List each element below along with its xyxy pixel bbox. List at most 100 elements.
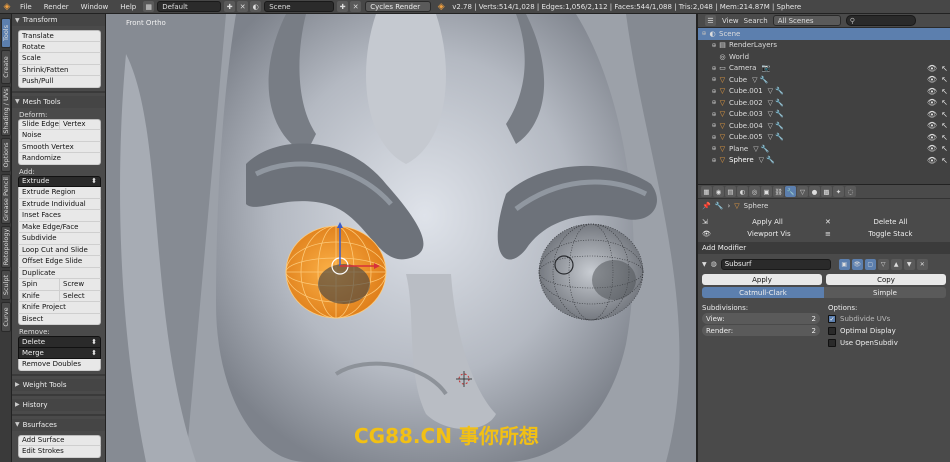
- expand-icon[interactable]: ⊕: [700, 30, 708, 37]
- loop-cut-button[interactable]: Loop Cut and Slide: [18, 244, 101, 256]
- select-cursor-icon[interactable]: ↖: [941, 144, 948, 153]
- push-pull-button[interactable]: Push/Pull: [18, 76, 101, 88]
- outliner-row[interactable]: ⊕ ▽ Cube ▽ 🔧 👁 ↖: [698, 74, 950, 86]
- translate-button[interactable]: Translate: [18, 30, 101, 42]
- knife-button[interactable]: Knife: [19, 291, 59, 302]
- collapse-icon[interactable]: ▼: [702, 261, 707, 268]
- particles-tab-icon[interactable]: ✦: [833, 186, 844, 197]
- expand-icon[interactable]: ⊕: [710, 76, 718, 83]
- outliner-row[interactable]: ⊕ ▭ Camera 📷 👁 ↖: [698, 63, 950, 75]
- eye-icon[interactable]: 👁: [927, 144, 937, 153]
- duplicate-button[interactable]: Duplicate: [18, 267, 101, 279]
- expand-icon[interactable]: ⊕: [710, 111, 718, 118]
- close-icon[interactable]: ✕: [916, 258, 928, 270]
- panel-bsurfaces-header[interactable]: ▼ Bsurfaces: [12, 418, 105, 431]
- tab-create[interactable]: Create: [1, 50, 11, 84]
- tab-curve[interactable]: Curve: [1, 302, 11, 332]
- screen-layout-field[interactable]: Default: [157, 1, 222, 12]
- tab-retopology[interactable]: Retopology: [1, 226, 11, 268]
- physics-tab-icon[interactable]: ◌: [845, 186, 856, 197]
- render-toggle-icon[interactable]: ▣: [838, 258, 850, 270]
- pin-icon[interactable]: 📌: [702, 202, 711, 210]
- display-mode-select[interactable]: All Scenes: [772, 15, 841, 26]
- panel-transform-header[interactable]: ▼ Transform: [12, 14, 105, 26]
- remove-layout-icon[interactable]: ✕: [237, 1, 249, 12]
- outliner-row[interactable]: ◎ World: [698, 51, 950, 63]
- render-tab-icon[interactable]: ◉: [713, 186, 724, 197]
- scene-field[interactable]: Scene: [264, 1, 335, 12]
- expand-icon[interactable]: ⊕: [710, 122, 718, 129]
- expand-icon[interactable]: ⊕: [710, 157, 718, 164]
- eye-icon[interactable]: 👁: [927, 87, 937, 96]
- toggle-stack-button[interactable]: ≡ Toggle Stack: [823, 228, 946, 239]
- screen-layout-icon[interactable]: ▦: [143, 1, 155, 12]
- render-layers-tab-icon[interactable]: ▤: [725, 186, 736, 197]
- apply-button[interactable]: Apply: [702, 274, 822, 285]
- outliner-search-menu[interactable]: Search: [744, 17, 768, 25]
- outliner-row[interactable]: ⊕ ▽ Cube.003 ▽ 🔧 👁 ↖: [698, 109, 950, 121]
- offset-edge-slide-button[interactable]: Offset Edge Slide: [18, 256, 101, 268]
- knife-project-button[interactable]: Knife Project: [18, 302, 101, 314]
- menu-file[interactable]: File: [14, 3, 38, 11]
- add-layout-icon[interactable]: ✚: [224, 1, 236, 12]
- outliner-row[interactable]: ⊕ ▽ Sphere ▽ 🔧 👁 ↖: [698, 155, 950, 167]
- simple-option[interactable]: Simple: [824, 287, 946, 298]
- select-cursor-icon[interactable]: ↖: [941, 75, 948, 84]
- tab-sculpt[interactable]: Sculpt: [1, 270, 11, 300]
- apply-all-button[interactable]: ⇲ Apply All: [700, 216, 823, 227]
- editmode-toggle-icon[interactable]: ▢: [864, 258, 876, 270]
- view-levels-field[interactable]: View: 2: [702, 313, 820, 324]
- tab-tools[interactable]: Tools: [1, 18, 11, 48]
- extrude-region-button[interactable]: Extrude Region: [18, 187, 101, 199]
- expand-icon[interactable]: ⊕: [710, 88, 718, 95]
- tab-options[interactable]: Options: [1, 138, 11, 172]
- subdivide-uvs-checkbox[interactable]: ✓ Subdivide UVs: [828, 313, 946, 325]
- edit-strokes-button[interactable]: Edit Strokes: [18, 446, 101, 458]
- subdivide-button[interactable]: Subdivide: [18, 233, 101, 245]
- add-surface-button[interactable]: Add Surface: [18, 434, 101, 446]
- material-tab-icon[interactable]: ●: [809, 186, 820, 197]
- tab-shading-uvs[interactable]: Shading / UVs: [1, 86, 11, 136]
- select-cursor-icon[interactable]: ↖: [941, 133, 948, 142]
- expand-icon[interactable]: ⊕: [710, 42, 718, 49]
- select-cursor-icon[interactable]: ↖: [941, 156, 948, 165]
- catmull-clark-option[interactable]: Catmull-Clark: [702, 287, 824, 298]
- vertex-slide-button[interactable]: Vertex: [59, 119, 100, 129]
- panel-weight-tools-header[interactable]: ▶ Weight Tools: [12, 378, 105, 391]
- noise-button[interactable]: Noise: [18, 130, 101, 142]
- outliner-row[interactable]: ⊕ ◐ Scene: [698, 28, 950, 40]
- outliner-row[interactable]: ⊕ ▽ Cube.001 ▽ 🔧 👁 ↖: [698, 86, 950, 98]
- add-modifier-select[interactable]: Add Modifier: [698, 242, 950, 254]
- slide-edge-button[interactable]: Slide Edge: [19, 120, 59, 130]
- expand-icon[interactable]: ⊕: [710, 99, 718, 106]
- merge-select[interactable]: Merge ⬍: [18, 347, 101, 359]
- select-cursor-icon[interactable]: ↖: [941, 110, 948, 119]
- inset-faces-button[interactable]: Inset Faces: [18, 210, 101, 222]
- eye-icon[interactable]: 👁: [927, 75, 937, 84]
- blender-logo-icon[interactable]: ◈: [0, 0, 14, 14]
- expand-icon[interactable]: ⊕: [710, 145, 718, 152]
- editor-type-icon[interactable]: ☰: [705, 15, 716, 26]
- panel-history-header[interactable]: ▶ History: [12, 398, 105, 411]
- eye-icon[interactable]: 👁: [927, 156, 937, 165]
- extrude-individual-button[interactable]: Extrude Individual: [18, 198, 101, 210]
- editor-type-icon[interactable]: ▦: [701, 186, 712, 197]
- data-tab-icon[interactable]: ▽: [797, 186, 808, 197]
- select-cursor-icon[interactable]: ↖: [941, 98, 948, 107]
- scene-icon[interactable]: ◐: [250, 1, 262, 12]
- scene-tab-icon[interactable]: ◐: [737, 186, 748, 197]
- add-scene-icon[interactable]: ✚: [337, 1, 349, 12]
- eye-icon[interactable]: 👁: [927, 133, 937, 142]
- spin-button[interactable]: Spin: [19, 279, 59, 290]
- outliner-row[interactable]: ⊕ ▤ RenderLayers: [698, 40, 950, 52]
- expand-icon[interactable]: ⊕: [710, 134, 718, 141]
- eye-icon[interactable]: 👁: [927, 110, 937, 119]
- menu-window[interactable]: Window: [75, 3, 115, 11]
- outliner-search-input[interactable]: ⚲: [845, 15, 916, 26]
- shrink-fatten-button[interactable]: Shrink/Fatten: [18, 64, 101, 76]
- screw-button[interactable]: Screw: [59, 279, 100, 290]
- outliner-row[interactable]: ⊕ ▽ Cube.005 ▽ 🔧 👁 ↖: [698, 132, 950, 144]
- modifier-name-field[interactable]: Subsurf: [720, 258, 831, 270]
- select-cursor-icon[interactable]: ↖: [941, 121, 948, 130]
- use-opensubdiv-checkbox[interactable]: Use OpenSubdiv: [828, 337, 946, 349]
